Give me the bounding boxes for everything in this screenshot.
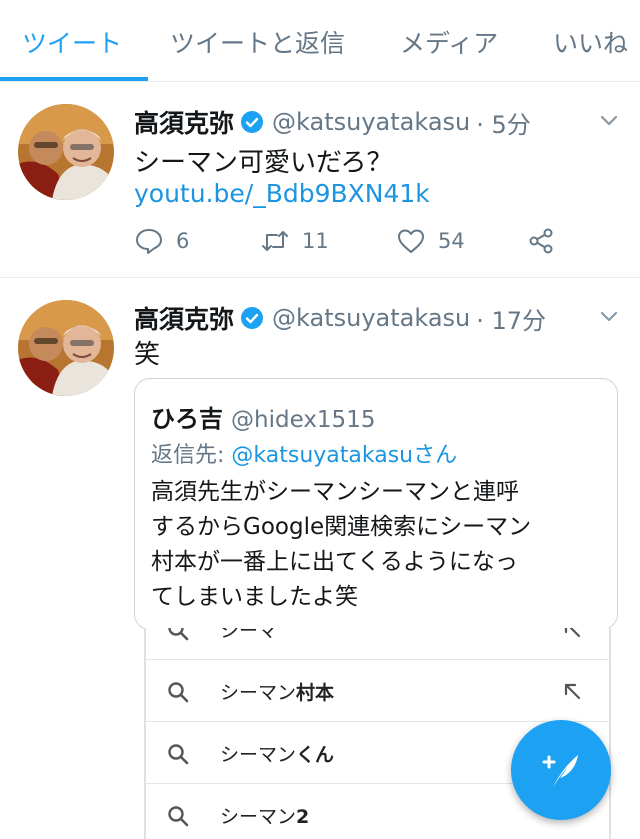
suggestion-row: シーマン村本 (146, 660, 609, 722)
active-tab-indicator (0, 77, 148, 81)
user-handle[interactable]: @katsuyatakasu (272, 108, 470, 136)
heart-icon (398, 229, 424, 253)
reply-prefix: 返信先: (151, 443, 232, 468)
tweet-timestamp: · 17分 (476, 306, 547, 335)
verified-badge-icon (241, 307, 264, 329)
suggestion-text: シーマ (220, 628, 278, 642)
search-icon (168, 744, 189, 765)
quoted-text-line: 村本が一番上に出てくるようになっ (151, 549, 518, 575)
avatar[interactable] (18, 104, 114, 200)
display-name[interactable]: 高須克弥 (134, 104, 234, 140)
tweet[interactable]: 高須克弥 @katsuyatakasu · 5分 シーマン可愛いだろ？ yout… (0, 82, 640, 278)
reply-mention: @katsuyatakasu (231, 443, 414, 468)
share-icon (529, 228, 553, 254)
retweet-count: 11 (302, 229, 329, 253)
quoted-text-line: 高須先生がシーマンシーマンと連呼 (151, 479, 519, 505)
avatar[interactable] (18, 300, 114, 396)
quoted-tweet[interactable]: ひろ吉 @hidex1515 返信先: @katsuyatakasuさん 高須先生… (134, 378, 618, 630)
arrow-up-left-icon (564, 628, 581, 638)
reply-button[interactable]: 6 (134, 226, 189, 256)
compose-tweet-icon (542, 755, 578, 787)
like-count: 54 (438, 229, 465, 253)
compose-tweet-button[interactable] (511, 720, 611, 820)
suggestion-text: シーマン2 (220, 806, 310, 828)
tab-tweets-and-replies[interactable]: ツイートと返信 (170, 24, 345, 60)
chevron-down-icon[interactable] (597, 304, 621, 328)
tweet-timestamp: · 5分 (476, 110, 531, 139)
tweet-header: 高須克弥 @katsuyatakasu · 17分 (134, 300, 546, 336)
chevron-down-icon[interactable] (597, 108, 621, 132)
tweet-header: 高須克弥 @katsuyatakasu · 5分 (134, 104, 531, 140)
retweet-icon (262, 231, 288, 251)
suggestion-text: シーマンくん (220, 744, 335, 766)
display-name[interactable]: 高須克弥 (134, 300, 234, 336)
retweet-button[interactable]: 11 (260, 226, 329, 256)
tweet-text: シーマン可愛いだろ？ (134, 148, 393, 178)
reply-count: 6 (176, 229, 190, 253)
arrow-up-left-icon (564, 683, 581, 700)
quoted-display-name: ひろ吉 (151, 405, 223, 433)
profile-tabs: ツイート ツイートと返信 メディア いいね (0, 0, 640, 82)
quoted-tweet-text: 高須先生がシーマンシーマンと連呼 するからGoogle関連検索にシーマン 村本が… (151, 475, 611, 615)
reply-context: 返信先: @katsuyatakasuさん (151, 437, 457, 469)
search-icon (168, 628, 189, 641)
share-button[interactable] (526, 226, 556, 256)
user-handle[interactable]: @katsuyatakasu (272, 304, 470, 332)
search-icon (168, 682, 189, 703)
reply-icon (136, 229, 162, 254)
tweet-actions: 6 11 54 (134, 226, 574, 260)
search-icon (168, 806, 189, 827)
quoted-tweet-header: ひろ吉 @hidex1515 (151, 399, 375, 434)
suggestion-row: シーマ (146, 628, 609, 660)
quoted-user-handle: @hidex1515 (231, 407, 376, 433)
suggestion-text: シーマン村本 (220, 682, 335, 704)
like-button[interactable]: 54 (396, 226, 465, 256)
quoted-text-line: するからGoogle関連検索にシーマン (151, 514, 532, 540)
tab-media[interactable]: メディア (400, 24, 498, 60)
quoted-text-line: てしまいましたよ笑 (151, 584, 358, 610)
tweet-link[interactable]: youtu.be/_Bdb9BXN41k (134, 179, 430, 208)
reply-suffix: さん (413, 443, 458, 468)
verified-badge-icon (241, 111, 264, 133)
tab-likes[interactable]: いいね (553, 24, 628, 60)
tab-tweets[interactable]: ツイート (22, 24, 122, 60)
tweet-text: 笑 (134, 340, 161, 370)
